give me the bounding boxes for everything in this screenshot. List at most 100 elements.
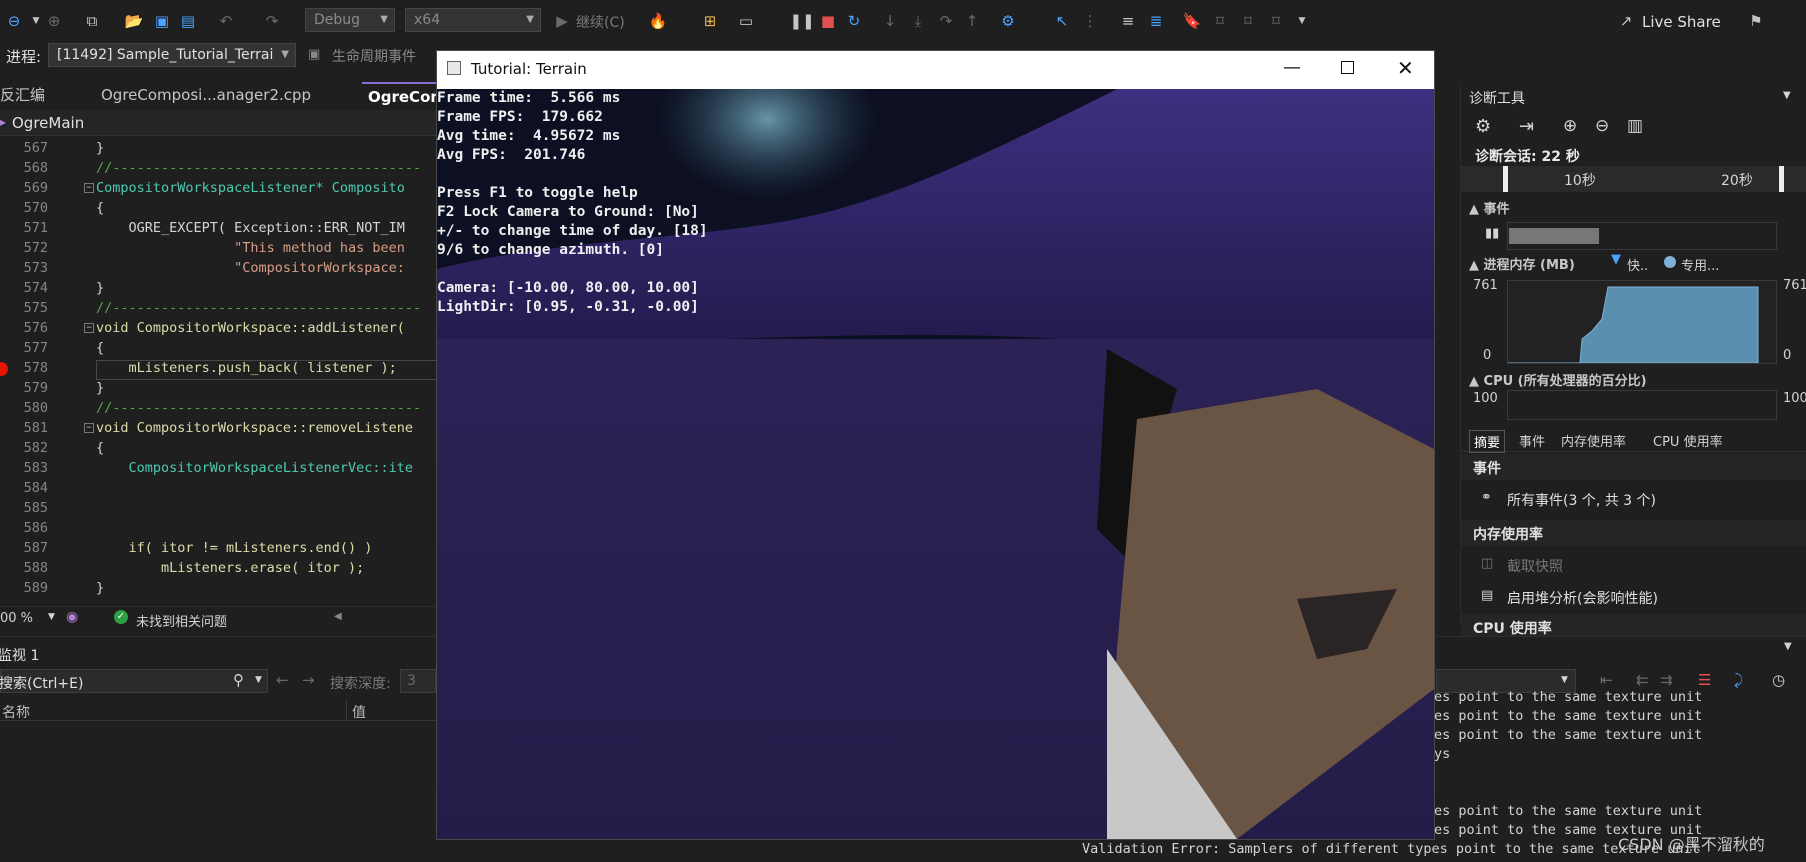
scroll-left-icon[interactable]: ◀ [334,611,342,622]
code-line[interactable]: mListeners.erase( itor ); [96,560,364,576]
stop-icon[interactable]: ■ [818,11,838,31]
tab-events[interactable]: 事件 [1519,431,1545,450]
open-folder-icon[interactable]: 📂 [124,11,144,31]
panel-menu-icon[interactable]: ▼ [1783,90,1791,101]
take-snapshot-button[interactable]: 截取快照 [1507,556,1563,576]
restart-icon[interactable]: ↻ [844,11,864,31]
maximize-icon[interactable] [1341,61,1354,74]
indent-icon[interactable]: ≡ [1118,11,1138,31]
watch-search-input[interactable]: 搜索(Ctrl+E) ⚲ ▼ [0,669,268,693]
layout-icon[interactable]: ▭ [736,11,756,31]
minimize-icon[interactable]: — [1283,57,1301,78]
code-line[interactable]: } [96,580,104,596]
bookmark-clear-icon[interactable]: ⌑ [1266,11,1286,31]
back-dropdown-icon[interactable]: ▼ [26,11,46,31]
code-line[interactable]: //-------------------------------------- [96,300,421,316]
code-line[interactable]: "This method has been [96,240,405,256]
save-all-icon[interactable]: ▤ [178,11,198,31]
code-line[interactable]: { [96,440,104,456]
new-project-icon[interactable]: ⧉ [82,11,102,31]
code-line[interactable]: void CompositorWorkspace::addListener( [96,320,405,336]
copilot-icon[interactable]: ◉ [66,609,78,625]
code-line[interactable]: } [96,380,104,396]
lifecycle-icon[interactable]: ▣ [308,47,320,62]
output-find-icon[interactable]: ⇇ [1636,671,1649,689]
enable-heap-profiling-button[interactable]: 启用堆分析(会影响性能) [1507,588,1658,608]
zoom-level[interactable]: 00 % [0,611,33,626]
watch-title[interactable]: 监视 1 [0,645,39,665]
bookmark-prev-icon[interactable]: ⌑ [1210,11,1230,31]
code-line[interactable]: CompositorWorkspaceListener* Composito [96,180,405,196]
events-track[interactable] [1507,222,1777,250]
tab-compositor-manager[interactable]: OgreComposi...anager2.cpp [95,82,318,108]
continue-button[interactable]: 继续(C) [576,12,625,32]
code-line[interactable]: OGRE_EXCEPT( Exception::ERR_NOT_IM [96,220,405,236]
tab-summary[interactable]: 摘要 [1469,430,1506,453]
search-forward-icon[interactable]: → [302,671,315,689]
code-line[interactable]: { [96,200,104,216]
clock-icon[interactable]: ◷ [1772,671,1785,689]
redo-icon[interactable]: ↷ [262,11,282,31]
open-folder-icon-2[interactable]: ⊞ [700,11,720,31]
feedback-icon[interactable]: ⚑ [1746,11,1766,31]
settings-icon[interactable]: ⚙ [1475,116,1491,137]
fold-toggle-icon[interactable]: − [84,183,94,193]
back-icon[interactable]: ⊖ [4,11,24,31]
zoom-in-icon[interactable]: ⊕ [1563,116,1577,136]
process-select[interactable]: [11492] Sample_Tutorial_Terrai ▼ [48,43,296,67]
tab-cpu-usage[interactable]: CPU 使用率 [1653,431,1723,450]
code-line[interactable]: //-------------------------------------- [96,160,421,176]
column-divider[interactable] [346,699,347,721]
code-line[interactable]: } [96,280,104,296]
export-icon[interactable]: ⇥ [1519,116,1534,137]
tab-disassembly[interactable]: 反汇编 [0,82,51,108]
step-over-icon[interactable]: ⤓ [908,11,928,31]
undo-icon[interactable]: ↶ [216,11,236,31]
code-editor[interactable]: 567} 568 //-------------------------------… [0,136,440,606]
toolbar-overflow-icon[interactable]: ▼ [1292,11,1312,31]
timeline-start-handle[interactable] [1503,166,1508,192]
output-menu-icon[interactable]: ▼ [1784,641,1792,652]
scope-name[interactable]: OgreMain [12,114,84,132]
config-select[interactable]: Debug ▼ [305,8,395,32]
pointer-icon[interactable]: ↖ [1052,11,1072,31]
pause-events-icon[interactable]: ▮▮ [1485,226,1499,241]
close-icon[interactable]: ✕ [1397,56,1414,80]
forward-icon[interactable]: ⊕ [44,11,64,31]
output-find-prev-icon[interactable]: ⇤ [1600,671,1613,689]
bookmark-icon[interactable]: 🔖 [1182,11,1202,31]
search-back-icon[interactable]: ← [276,671,289,689]
chevron-down-icon[interactable]: ▼ [255,675,262,685]
diagnostics-icon[interactable]: ⚙ [998,11,1018,31]
fold-toggle-icon[interactable]: − [84,423,94,433]
word-wrap-icon[interactable]: ⤸ [1734,671,1743,689]
comment-icon[interactable]: ≣ [1146,11,1166,31]
timeline-end-handle[interactable] [1779,166,1784,192]
fold-toggle-icon[interactable]: − [84,323,94,333]
tab-memory-usage[interactable]: 内存使用率 [1561,431,1626,450]
code-line[interactable]: void CompositorWorkspace::removeListene [96,420,413,436]
save-icon[interactable]: ▣ [152,11,172,31]
live-share-button[interactable]: Live Share [1642,13,1721,31]
code-line[interactable]: if( itor != mListeners.end() ) [96,540,373,556]
code-line[interactable]: { [96,340,104,356]
cpu-graph[interactable] [1507,390,1777,420]
all-events-link[interactable]: 所有事件(3 个, 共 3 个) [1507,490,1656,510]
code-line[interactable]: } [96,140,104,156]
zoom-out-icon[interactable]: ⊖ [1595,116,1609,136]
step-out-icon[interactable]: ↑ [962,11,982,31]
memory-graph[interactable] [1507,280,1777,364]
platform-select[interactable]: x64 ▼ [405,8,541,32]
step-into-icon[interactable]: ↓ [880,11,900,31]
search-depth-select[interactable]: 3 [400,669,436,693]
hot-reload-icon[interactable]: 🔥 [648,11,668,31]
pause-icon[interactable]: ❚❚ [789,11,814,31]
output-find-next-icon[interactable]: ⇉ [1660,671,1673,689]
bookmark-next-icon[interactable]: ⌑ [1238,11,1258,31]
live-share-icon[interactable]: ↗ [1616,11,1636,31]
chevron-down-icon[interactable]: ▼ [48,612,55,622]
game-window[interactable]: Tutorial: Terrain — ✕ Frame time: 5.566 … [436,50,1435,840]
search-icon[interactable]: ⚲ [233,671,244,689]
code-line[interactable]: //-------------------------------------- [96,400,421,416]
clear-output-icon[interactable]: ☰ [1698,671,1711,689]
